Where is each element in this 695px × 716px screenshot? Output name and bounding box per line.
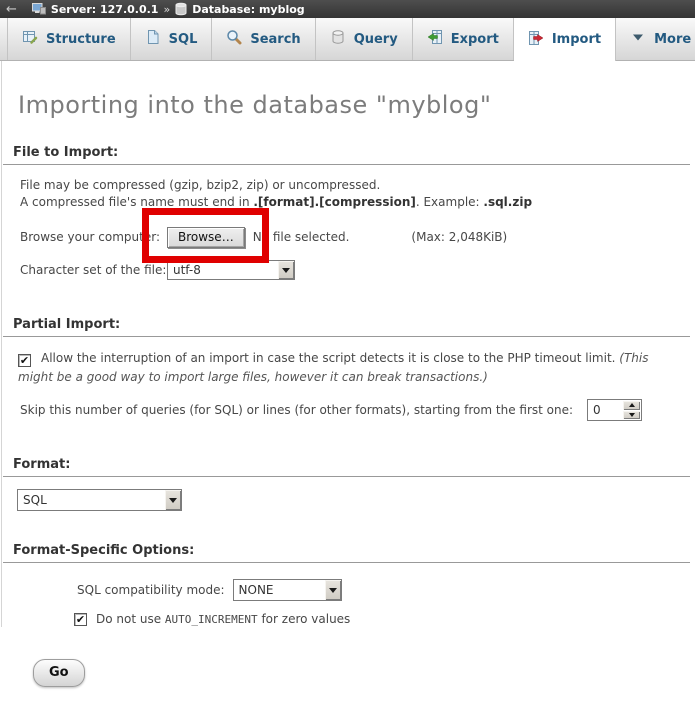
import-form: Importing into the database "myblog" Fil… bbox=[1, 61, 695, 627]
charset-row: Character set of the file: utf-8 bbox=[2, 259, 695, 281]
skip-queries-label: Skip this number of queries (for SQL) or… bbox=[20, 403, 573, 417]
allow-interrupt-checkbox[interactable]: ✔ bbox=[18, 354, 31, 367]
browse-label: Browse your computer: bbox=[20, 230, 167, 244]
section-heading-format: Format: bbox=[3, 455, 690, 477]
tab-sql[interactable]: SQL bbox=[131, 18, 213, 60]
browse-button[interactable]: Browse… bbox=[167, 227, 245, 248]
section-heading-format-specific-options: Format-Specific Options: bbox=[3, 541, 690, 563]
format-row: SQL bbox=[2, 489, 695, 511]
search-icon bbox=[226, 29, 242, 49]
spin-down-button[interactable] bbox=[623, 411, 640, 420]
database-icon bbox=[175, 2, 187, 16]
charset-select-value: utf-8 bbox=[168, 263, 201, 277]
spinner-buttons bbox=[623, 401, 640, 419]
chevron-down-icon bbox=[164, 490, 181, 510]
skip-queries-row: Skip this number of queries (for SQL) or… bbox=[2, 399, 695, 421]
tab-label: More bbox=[654, 32, 691, 47]
no-file-status: No file selected. bbox=[253, 230, 350, 244]
charset-label: Character set of the file: bbox=[20, 263, 167, 277]
skip-queries-input[interactable]: 0 bbox=[587, 399, 642, 421]
go-button[interactable]: Go bbox=[33, 659, 85, 687]
compression-note-line2: A compressed file's name must end in .[f… bbox=[20, 194, 695, 211]
submit-row: Go bbox=[33, 659, 695, 687]
server-icon bbox=[32, 2, 46, 16]
tab-more[interactable]: More bbox=[616, 18, 695, 60]
spin-up-button[interactable] bbox=[623, 401, 640, 410]
auto-increment-checkbox[interactable]: ✔ bbox=[74, 613, 87, 626]
structure-icon bbox=[22, 29, 38, 49]
file-import-notes: File may be compressed (gzip, bzip2, zip… bbox=[20, 177, 695, 211]
chevron-down-icon bbox=[630, 29, 646, 49]
tab-import[interactable]: Import bbox=[514, 18, 616, 61]
max-upload-size: (Max: 2,048KiB) bbox=[411, 230, 507, 244]
chevron-down-icon bbox=[324, 580, 341, 600]
charset-select[interactable]: utf-8 bbox=[167, 260, 295, 280]
export-icon bbox=[427, 29, 443, 49]
import-icon bbox=[528, 30, 544, 50]
breadcrumb-separator: » bbox=[163, 3, 170, 16]
tab-label: SQL bbox=[169, 32, 198, 47]
sql-compatibility-value: NONE bbox=[234, 583, 274, 597]
skip-queries-value: 0 bbox=[589, 403, 623, 417]
tab-label: Import bbox=[552, 32, 601, 47]
tab-search[interactable]: Search bbox=[212, 18, 315, 60]
server-breadcrumb-bar: ← Server: 127.0.0.1 » Database: myblog bbox=[0, 0, 695, 18]
page-title: Importing into the database "myblog" bbox=[18, 91, 695, 119]
tab-export[interactable]: Export bbox=[413, 18, 514, 60]
section-heading-partial-import: Partial Import: bbox=[3, 315, 690, 337]
query-icon bbox=[330, 29, 346, 49]
sql-compatibility-select[interactable]: NONE bbox=[233, 579, 342, 601]
allow-interrupt-row: ✔ Allow the interruption of an import in … bbox=[18, 349, 680, 387]
sql-icon bbox=[145, 29, 161, 49]
tab-label: Query bbox=[354, 32, 398, 47]
sql-compatibility-label: SQL compatibility mode: bbox=[77, 583, 225, 597]
tab-bar: Structure SQL Search bbox=[0, 18, 695, 61]
tab-label: Search bbox=[250, 32, 300, 47]
browse-row: Browse your computer: Browse… No file se… bbox=[2, 225, 695, 249]
tab-structure[interactable]: Structure bbox=[7, 18, 131, 60]
tab-label: Structure bbox=[46, 32, 116, 47]
breadcrumb-database[interactable]: Database: myblog bbox=[192, 3, 304, 16]
back-arrow-icon[interactable]: ← bbox=[6, 2, 17, 17]
tab-query[interactable]: Query bbox=[316, 18, 413, 60]
auto-increment-label: Do not use AUTO_INCREMENT for zero value… bbox=[96, 612, 350, 626]
format-select-value: SQL bbox=[18, 493, 47, 507]
breadcrumb-server[interactable]: Server: 127.0.0.1 bbox=[51, 3, 159, 16]
auto-increment-row: ✔ Do not use AUTO_INCREMENT for zero val… bbox=[2, 611, 695, 627]
tab-label: Export bbox=[451, 32, 499, 47]
chevron-down-icon bbox=[277, 261, 294, 279]
allow-interrupt-label: Allow the interruption of an import in c… bbox=[41, 351, 619, 365]
format-select[interactable]: SQL bbox=[17, 489, 182, 511]
section-heading-file-to-import: File to Import: bbox=[3, 143, 690, 165]
sql-compatibility-row: SQL compatibility mode: NONE bbox=[2, 579, 695, 601]
compression-note-line1: File may be compressed (gzip, bzip2, zip… bbox=[20, 177, 695, 194]
phpmyadmin-window: ← Server: 127.0.0.1 » Database: myblog bbox=[0, 0, 695, 716]
